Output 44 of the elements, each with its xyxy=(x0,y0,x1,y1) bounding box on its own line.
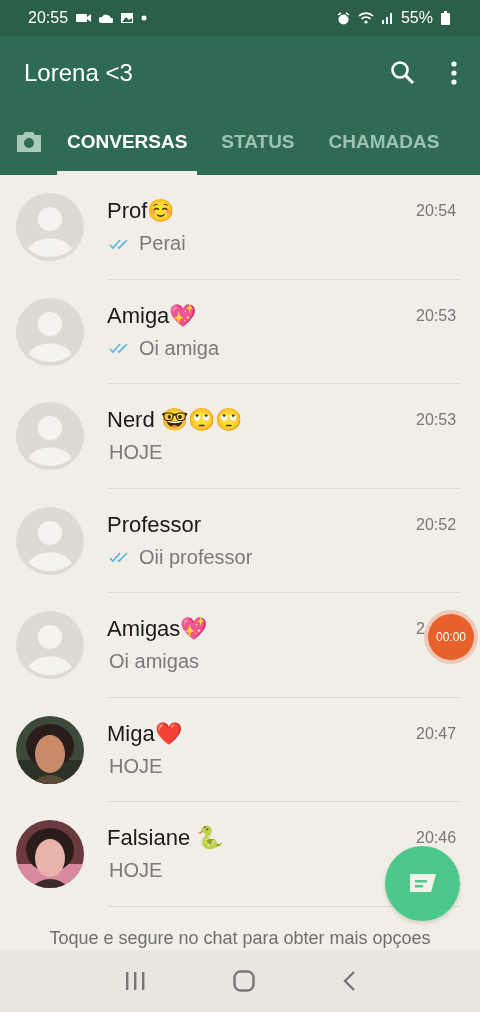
notification-dot-icon xyxy=(141,15,148,21)
message-time: 2 xyxy=(416,620,425,639)
message-time: 20:53 xyxy=(416,411,457,430)
message-preview: Oii professor xyxy=(139,545,253,569)
message-time: 20:52 xyxy=(416,515,457,534)
message-time: 20:53 xyxy=(416,306,457,325)
contact-name: Miga❤ xyxy=(107,720,182,747)
new-chat-button[interactable] xyxy=(385,846,460,921)
tab[interactable]: STATUS xyxy=(211,109,305,175)
message-time: 20:47 xyxy=(416,724,457,743)
message-preview: Oi amiga xyxy=(139,336,220,360)
contact-name: Prof☺ xyxy=(107,198,175,225)
tab[interactable]: CONVERSAS xyxy=(57,109,198,175)
tab[interactable]: CHAMADAS xyxy=(318,109,450,175)
menu-icon[interactable] xyxy=(450,60,458,85)
contact-name: Falsiane 🐍 xyxy=(107,825,224,852)
hint-text: Toque e segure no chat para obter mais opçoes xyxy=(49,927,431,949)
contact-name: Amiga💖 xyxy=(107,302,197,329)
message-preview: Oi amigas xyxy=(109,650,200,674)
video-camera-icon xyxy=(76,13,92,23)
battery-percentage: 55% xyxy=(400,9,433,27)
app-title: Lorena <3 xyxy=(24,58,134,87)
message-time: 20:46 xyxy=(416,829,457,848)
contact-name: Amigas💖 xyxy=(107,616,208,643)
home-icon[interactable] xyxy=(233,970,255,992)
contact-name: Professor xyxy=(107,511,202,538)
alarm-icon xyxy=(336,11,350,25)
message-preview: HOJE xyxy=(109,859,163,883)
camera-icon[interactable] xyxy=(15,130,43,154)
cloud-icon xyxy=(99,13,114,23)
contact-name: Nerd 🤓🙄🙄 xyxy=(107,407,242,434)
image-icon xyxy=(121,13,134,23)
signal-icon xyxy=(381,12,393,24)
wifi-icon xyxy=(357,12,374,24)
back-icon[interactable] xyxy=(342,970,357,992)
battery-icon xyxy=(441,11,450,25)
message-preview: Perai xyxy=(139,232,186,256)
message-preview: HOJE xyxy=(109,754,163,778)
message-preview: HOJE xyxy=(109,441,163,465)
search-icon[interactable] xyxy=(390,59,416,86)
clock: 20:55 xyxy=(28,9,69,27)
recording-timer[interactable]: 00:00 xyxy=(428,614,474,660)
recent-apps-icon[interactable] xyxy=(123,971,146,991)
message-time: 20:54 xyxy=(416,202,457,221)
